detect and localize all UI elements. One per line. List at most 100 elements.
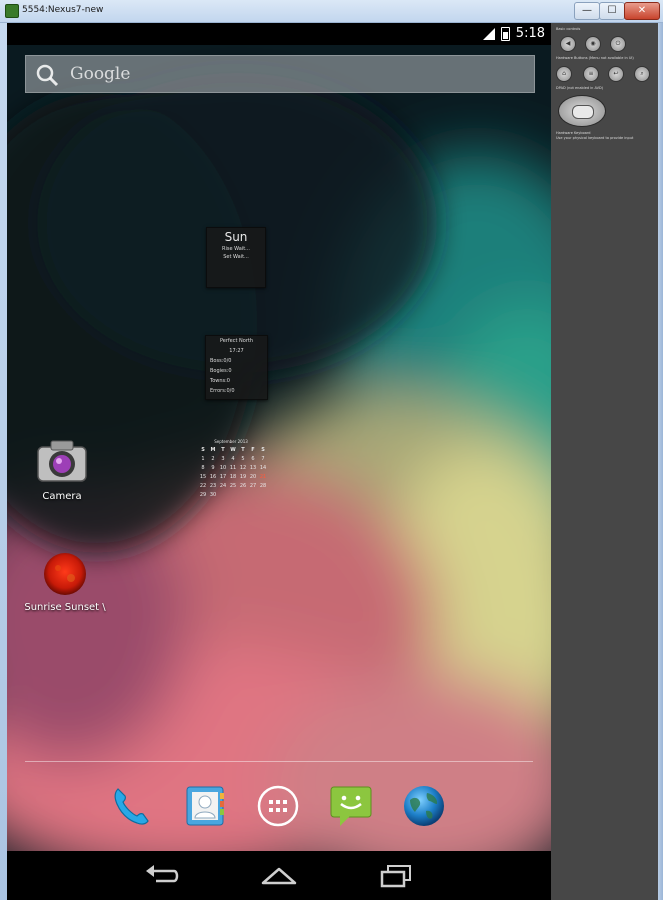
sun-widget-rise: Rise Wait...: [222, 246, 250, 252]
emulator-controls-panel: Basic controls ◀ ◉ ⏻ Hardware Buttons (M…: [551, 23, 658, 900]
moon-widget-line: Boss:0/0: [210, 358, 232, 364]
search-placeholder: Google: [70, 64, 131, 84]
navigation-bar: [7, 851, 551, 900]
camera-label: Camera: [42, 491, 82, 502]
search-hw-button[interactable]: ⌕: [634, 66, 650, 82]
dpad-center-button[interactable]: [572, 105, 594, 119]
google-search-bar[interactable]: Google: [25, 55, 535, 93]
power-icon: ⏻: [615, 40, 621, 47]
window-title: 5554:Nexus7-new: [22, 5, 104, 15]
calendar-day: 6: [251, 456, 255, 462]
camera-icon: [37, 440, 87, 482]
calendar-weekday-header: M: [210, 447, 216, 453]
calendar-day: 24: [219, 483, 227, 489]
calendar-weekday-header: W: [230, 447, 236, 453]
calendar-day: 12: [239, 465, 247, 471]
dock-divider: [25, 761, 533, 762]
calendar-weekday-header: F: [251, 447, 255, 453]
calendar-day: 23: [209, 483, 217, 489]
calendar-day: [238, 491, 248, 499]
search-icon: [36, 64, 59, 87]
battery-icon: [500, 26, 510, 41]
sunrise-sunset-app[interactable]: Sunrise Sunset \: [15, 550, 115, 613]
calendar-day: 7: [261, 456, 265, 462]
calendar-day: 29: [199, 492, 207, 498]
moon-widget[interactable]: Perfect North 17:27 Boss:0/0 Bogies:0 To…: [205, 335, 268, 400]
hardware-buttons-label: Hardware Buttons (Menu not available in …: [556, 56, 634, 60]
volume-up-button[interactable]: ◉: [585, 36, 601, 52]
calendar-weekday-header: S: [201, 447, 205, 453]
back-hw-button[interactable]: ↩: [608, 66, 624, 82]
contacts-icon[interactable]: [182, 783, 228, 829]
moon-widget-line: Bogies:0: [210, 368, 232, 374]
power-button[interactable]: ⏻: [610, 36, 626, 52]
calendar-day: 11: [229, 465, 237, 471]
menu-hw-button[interactable]: ≡: [583, 66, 599, 82]
sunrise-sunset-label: Sunrise Sunset \: [24, 602, 106, 613]
close-button[interactable]: ✕: [624, 2, 660, 20]
calendar-day: [258, 491, 268, 499]
volume-up-icon: ◉: [590, 40, 596, 47]
volume-down-button[interactable]: ◀: [560, 36, 576, 52]
moon-widget-line: Perfect North: [219, 338, 254, 344]
calendar-day: [228, 491, 238, 499]
back-hw-icon: ↩: [613, 70, 619, 77]
calendar-widget[interactable]: September 2013 S M T W T F S 1 2 3 4 5 6 7 8 9 10 11 12 13 1…: [193, 439, 269, 499]
volume-down-icon: ◀: [565, 40, 571, 47]
calendar-day: 9: [211, 465, 215, 471]
home-icon[interactable]: [259, 863, 299, 889]
android-screen[interactable]: 5:18 Google Sun Rise Wait... Set Wait...…: [7, 23, 551, 900]
emulator-app-icon: [5, 4, 19, 18]
calendar-day: 5: [241, 456, 245, 462]
back-icon[interactable]: [142, 863, 182, 889]
calendar-day: 21: [259, 474, 267, 480]
calendar-day: 2: [211, 456, 215, 462]
search-hw-icon: ⌕: [640, 70, 644, 77]
calendar-day: [218, 491, 228, 499]
all-apps-icon[interactable]: [255, 783, 301, 829]
calendar-day: 28: [259, 483, 267, 489]
moon-widget-line: Towns:0: [210, 378, 230, 384]
messaging-icon[interactable]: [328, 783, 374, 829]
menu-hw-icon: ≡: [588, 70, 594, 77]
minimize-button[interactable]: —: [574, 2, 600, 20]
window-titlebar[interactable]: 5554:Nexus7-new — ☐ ✕: [0, 0, 663, 23]
calendar-day: 20: [249, 474, 257, 480]
calendar-weekday-header: T: [221, 447, 225, 453]
basic-controls-label: Basic controls: [556, 27, 581, 31]
dpad-label: DPAD (not enabled in AVD): [556, 86, 604, 90]
calendar-day: 14: [259, 465, 267, 471]
window-border: [658, 23, 663, 900]
calendar-weekday-header: T: [241, 447, 245, 453]
sun-icon: [44, 553, 86, 595]
calendar-day: 18: [229, 474, 237, 480]
calendar-day: 10: [219, 465, 227, 471]
calendar-day: 19: [239, 474, 247, 480]
dpad-control[interactable]: [558, 95, 606, 127]
calendar-day: 25: [229, 483, 237, 489]
calendar-day: 27: [249, 483, 257, 489]
maximize-button[interactable]: ☐: [599, 2, 625, 20]
phone-icon[interactable]: [108, 783, 154, 829]
hardware-keyboard-label: Hardware Keyboard: [556, 131, 591, 135]
calendar-day: 15: [199, 474, 207, 480]
status-bar: 5:18: [7, 23, 551, 45]
hardware-keyboard-hint: Use your physical keyboard to provide in…: [556, 136, 634, 140]
calendar-month-title: September 2013: [214, 439, 248, 444]
sun-widget[interactable]: Sun Rise Wait... Set Wait...: [206, 227, 266, 288]
calendar-day: 16: [209, 474, 217, 480]
moon-widget-line: 17:27: [229, 348, 244, 354]
sun-widget-title: Sun: [224, 230, 248, 244]
signal-icon: [482, 27, 495, 40]
recents-icon[interactable]: [376, 863, 416, 889]
sun-widget-set: Set Wait...: [223, 254, 249, 260]
calendar-grid: S M T W T F S 1 2 3 4 5 6 7 8 9 10 11 12 13 14 15 16 17 18 19 20 21…: [198, 446, 269, 499]
browser-icon[interactable]: [401, 783, 447, 829]
calendar-day: [248, 491, 258, 499]
home-hw-button[interactable]: ⌂: [556, 66, 572, 82]
camera-app[interactable]: Camera: [27, 437, 97, 502]
calendar-day: 22: [199, 483, 207, 489]
home-hw-icon: ⌂: [562, 70, 566, 77]
calendar-day: 3: [221, 456, 225, 462]
calendar-weekday-header: S: [261, 447, 265, 453]
